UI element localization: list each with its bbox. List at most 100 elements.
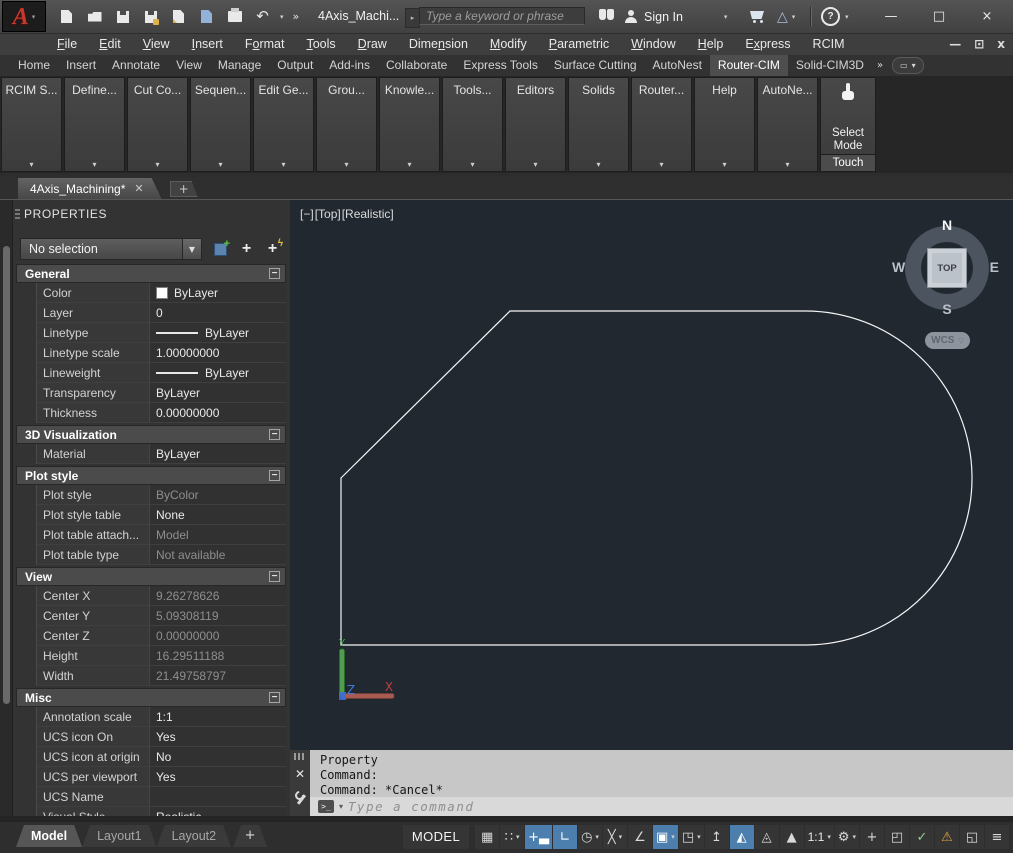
ucs-icon[interactable]: Y X Z (338, 638, 394, 700)
collapse-icon[interactable]: − (269, 268, 280, 279)
menu-tools[interactable]: Tools (295, 34, 346, 55)
command-history[interactable]: PropertyCommand:Command: *Cancel* (310, 750, 1013, 797)
chevron-down-icon[interactable]: ▼ (182, 239, 201, 259)
close-icon[interactable]: ✕ (295, 768, 305, 780)
ortho-mode-button[interactable]: ∟ (553, 825, 577, 849)
grid-display-button[interactable]: ▦ (475, 825, 499, 849)
menu-view[interactable]: View (132, 34, 181, 55)
snap-mode-button[interactable]: ∷▾ (500, 825, 524, 849)
drawing-outline[interactable] (341, 311, 972, 645)
property-value[interactable]: 16.29511188 (149, 646, 286, 665)
ribbon-tab-express-tools[interactable]: Express Tools (455, 55, 545, 76)
property-value[interactable]: 21.49758797 (149, 666, 286, 685)
property-value[interactable]: No (149, 747, 286, 766)
select-mode-button[interactable]: Select Mode (821, 127, 875, 153)
panel-expand-icon[interactable]: ▾ (128, 160, 187, 169)
ribbon-tab-autonest[interactable]: AutoNest (645, 55, 710, 76)
panel-expand-icon[interactable]: ▾ (443, 160, 502, 169)
ribbon-panel-rcim-s[interactable]: RCIM S...▾ (1, 77, 62, 172)
clean-screen-button[interactable]: ◱ (960, 825, 984, 849)
ribbon-panel-solids[interactable]: Solids▾ (568, 77, 629, 172)
menu-draw[interactable]: Draw (347, 34, 398, 55)
model-space-button[interactable]: MODEL (403, 825, 469, 849)
polar-tracking-button[interactable]: ◷▾ (578, 825, 602, 849)
ribbon-panel-edit-ge[interactable]: Edit Ge...▾ (253, 77, 314, 172)
model-viewport[interactable]: Y X Z [−][Top][Realistic] N S W E TOP WC… (290, 199, 1013, 750)
close-icon[interactable]: ✕ (134, 182, 143, 195)
viewcube-north[interactable]: N (905, 217, 989, 233)
quick-select-icon[interactable]: + ϟ (264, 241, 281, 258)
ribbon-panel-touch[interactable]: Select ModeTouch (820, 77, 876, 172)
viewcube-west[interactable]: W (892, 259, 905, 275)
ribbon-overflow-icon[interactable]: » (872, 55, 888, 76)
collapse-icon[interactable]: − (269, 571, 280, 582)
ribbon-tab-router-cim[interactable]: Router-CIM (710, 55, 788, 76)
viewcube-east[interactable]: E (990, 259, 999, 275)
viewport-view-control[interactable]: [Top] (315, 207, 341, 221)
customization-button[interactable]: ≡ (985, 825, 1009, 849)
panel-expand-icon[interactable]: ▾ (191, 160, 250, 169)
property-value[interactable]: ByLayer (149, 383, 286, 402)
property-value[interactable]: ByLayer (149, 444, 286, 463)
menu-edit[interactable]: Edit (88, 34, 132, 55)
window-minimize-button[interactable]: — (867, 0, 915, 33)
property-value[interactable]: 1:1 (149, 707, 286, 726)
section-header-plot-style[interactable]: Plot style− (16, 466, 286, 485)
ribbon-tab-home[interactable]: Home (10, 55, 58, 76)
wcs-dropdown[interactable]: WCS ▽ (925, 332, 970, 349)
menu-modify[interactable]: Modify (479, 34, 538, 55)
dynamic-ucs-button[interactable]: ↥ (705, 825, 729, 849)
menu-file[interactable]: File (46, 34, 88, 55)
save-button[interactable] (112, 6, 133, 28)
scrollbar-thumb[interactable] (3, 246, 10, 704)
export-button[interactable] (168, 6, 189, 28)
new-file-button[interactable] (56, 6, 77, 28)
workspace-switching-button[interactable]: ⚙▾ (835, 825, 859, 849)
qat-more-icon[interactable]: » (293, 10, 300, 23)
object-snap-2d-button[interactable]: ▣▾ (653, 825, 678, 849)
property-value[interactable]: 0.00000000 (149, 626, 286, 645)
plot-button[interactable] (224, 6, 245, 28)
ribbon-tab-annotate[interactable]: Annotate (104, 55, 168, 76)
section-header-view[interactable]: View− (16, 567, 286, 586)
undo-button[interactable]: ↶ (252, 6, 273, 28)
ribbon-tab-collaborate[interactable]: Collaborate (378, 55, 455, 76)
property-value[interactable]: ByLayer (149, 363, 286, 382)
panel-expand-icon[interactable]: ▾ (506, 160, 565, 169)
property-value[interactable]: Yes (149, 727, 286, 746)
ribbon-panel-grou[interactable]: Grou...▾ (316, 77, 377, 172)
panel-expand-icon[interactable]: ▾ (65, 160, 124, 169)
drag-grip-icon[interactable] (294, 753, 306, 760)
ribbon-panel-sequen[interactable]: Sequen...▾ (190, 77, 251, 172)
menu-insert[interactable]: Insert (181, 34, 234, 55)
property-value[interactable]: ByColor (149, 485, 286, 504)
a360-button[interactable]: △ ▾ (777, 0, 795, 33)
ribbon-tab-output[interactable]: Output (269, 55, 321, 76)
menu-format[interactable]: Format (234, 34, 296, 55)
ribbon-tab-solid-cim3d[interactable]: Solid-CIM3D (788, 55, 872, 76)
panel-expand-icon[interactable]: ▾ (569, 160, 628, 169)
palette-scrollbar[interactable] (0, 200, 13, 816)
viewcube-top-face[interactable]: TOP (927, 248, 967, 288)
menu-window[interactable]: Window (620, 34, 686, 55)
status-plus-button[interactable]: + (860, 825, 884, 849)
panel-expand-icon[interactable]: ▾ (632, 160, 691, 169)
property-value[interactable]: ByLayer (149, 323, 286, 342)
undo-dropdown-icon[interactable]: ▾ (280, 13, 284, 21)
ribbon-tab-surface-cutting[interactable]: Surface Cutting (546, 55, 645, 76)
help-button[interactable]: ? ▾ (821, 0, 849, 33)
menu-rcim[interactable]: RCIM (802, 34, 856, 55)
command-input[interactable]: ▾ Type a command (310, 797, 1013, 816)
ribbon-tab-insert[interactable]: Insert (58, 55, 104, 76)
menu-help[interactable]: Help (687, 34, 735, 55)
annotation-visibility-button[interactable]: ◭ (730, 825, 754, 849)
polar-tracking-dropdown-icon[interactable]: ▾ (595, 833, 599, 841)
collapse-icon[interactable]: − (269, 692, 280, 703)
viewcube[interactable]: N S W E TOP (905, 226, 989, 310)
new-layout-button[interactable]: + (233, 825, 267, 847)
menu-parametric[interactable]: Parametric (538, 34, 620, 55)
ribbon-tab-manage[interactable]: Manage (210, 55, 269, 76)
search-expand-button[interactable]: ▸ (405, 8, 420, 28)
viewcube-south[interactable]: S (905, 301, 989, 317)
property-value[interactable]: 1.00000000 (149, 343, 286, 362)
